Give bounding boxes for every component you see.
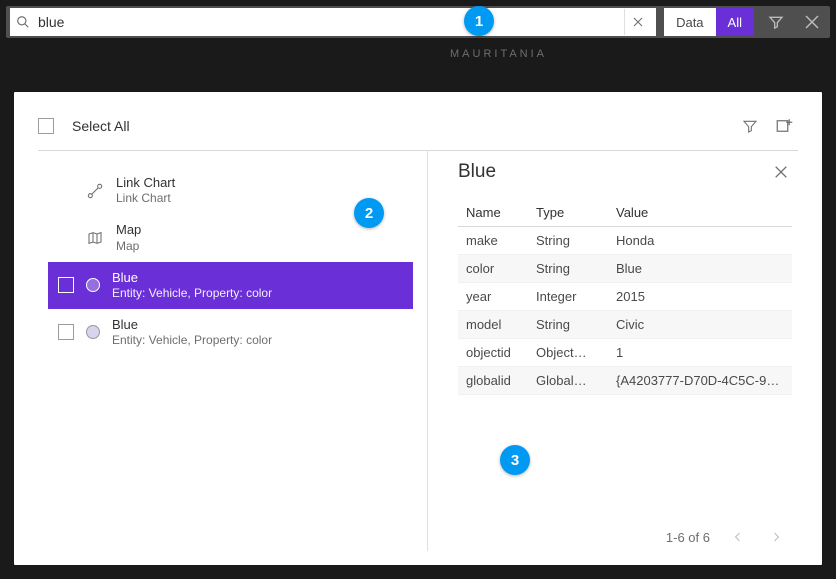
cell-name: globalid [458, 367, 528, 395]
cell-type: Global… [528, 367, 608, 395]
cell-type: String [528, 255, 608, 283]
result-title: Map [116, 222, 141, 238]
cell-name: color [458, 255, 528, 283]
result-title: Blue [112, 317, 272, 333]
result-checkbox[interactable] [58, 324, 74, 340]
filter-button[interactable] [762, 8, 790, 36]
entity-icon [86, 325, 100, 339]
result-link-chart[interactable]: Link Chart Link Chart [48, 167, 413, 214]
select-all-checkbox[interactable] [38, 118, 54, 134]
table-row: modelStringCivic [458, 311, 792, 339]
result-subtitle: Link Chart [116, 191, 175, 206]
cell-value: Civic [608, 311, 792, 339]
add-to-view-button[interactable] [770, 112, 798, 140]
entity-icon [86, 278, 100, 292]
cell-type: Object… [528, 339, 608, 367]
pager: 1-6 of 6 [458, 517, 792, 551]
cell-value: {A4203777-D70D-4C5C-9A65-C… [608, 367, 792, 395]
search-field[interactable] [10, 8, 656, 36]
result-map[interactable]: Map Map [48, 214, 413, 261]
pager-text: 1-6 of 6 [666, 530, 710, 545]
top-bar: Data All [6, 6, 830, 38]
scope-toggle: Data All [664, 8, 754, 36]
toggle-all[interactable]: All [716, 8, 754, 36]
result-title: Link Chart [116, 175, 175, 191]
detail-pane: Blue Name Type Value makeStringHonda col… [428, 151, 798, 551]
col-header-name: Name [458, 199, 528, 227]
close-search-button[interactable] [798, 8, 826, 36]
detail-title: Blue [458, 161, 496, 183]
panel-body: Link Chart Link Chart Map Map [38, 151, 798, 551]
properties-table: Name Type Value makeStringHonda colorStr… [458, 199, 792, 395]
table-row: objectidObject…1 [458, 339, 792, 367]
map-icon [86, 229, 104, 247]
pager-prev-button[interactable] [728, 527, 748, 547]
map-background-label: MAURITANIA [450, 48, 547, 60]
clear-search-button[interactable] [624, 9, 650, 35]
result-subtitle: Map [116, 239, 141, 254]
cell-name: objectid [458, 339, 528, 367]
cell-value: 2015 [608, 283, 792, 311]
detail-header: Blue [458, 161, 792, 183]
col-header-type: Type [528, 199, 608, 227]
table-row: colorStringBlue [458, 255, 792, 283]
search-input[interactable] [30, 14, 624, 30]
result-title: Blue [112, 270, 272, 286]
result-entity-blue-2[interactable]: Blue Entity: Vehicle, Property: color [48, 309, 413, 356]
results-list: Link Chart Link Chart Map Map [38, 151, 428, 551]
cell-type: String [528, 311, 608, 339]
close-detail-button[interactable] [770, 161, 792, 183]
table-row: globalidGlobal…{A4203777-D70D-4C5C-9A65-… [458, 367, 792, 395]
results-panel: Select All Link Chart Link Chart [14, 92, 822, 565]
table-row: yearInteger2015 [458, 283, 792, 311]
result-subtitle: Entity: Vehicle, Property: color [112, 286, 272, 301]
link-chart-icon [86, 182, 104, 200]
cell-value: Honda [608, 227, 792, 255]
cell-value: Blue [608, 255, 792, 283]
cell-name: make [458, 227, 528, 255]
result-checkbox[interactable] [58, 277, 74, 293]
search-icon [16, 15, 30, 29]
cell-name: year [458, 283, 528, 311]
result-entity-blue-1[interactable]: Blue Entity: Vehicle, Property: color [48, 262, 413, 309]
cell-name: model [458, 311, 528, 339]
select-all-label: Select All [72, 118, 130, 134]
cell-value: 1 [608, 339, 792, 367]
toggle-data[interactable]: Data [664, 8, 715, 36]
panel-filter-button[interactable] [736, 112, 764, 140]
cell-type: Integer [528, 283, 608, 311]
cell-type: String [528, 227, 608, 255]
result-subtitle: Entity: Vehicle, Property: color [112, 333, 272, 348]
panel-header: Select All [38, 106, 798, 146]
table-row: makeStringHonda [458, 227, 792, 255]
pager-next-button[interactable] [766, 527, 786, 547]
col-header-value: Value [608, 199, 792, 227]
